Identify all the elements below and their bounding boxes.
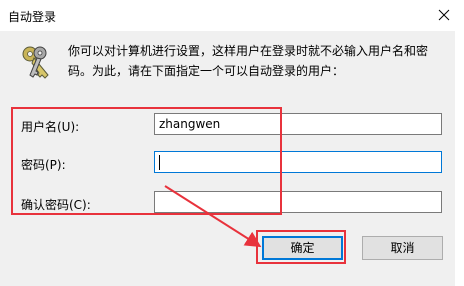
dialog-body: 你可以对计算机进行设置，这样用户在登录时就不必输入用户名和密 码。为此，请在下面… [0, 31, 464, 286]
title-bar: 自动登录 [0, 0, 464, 31]
password-field[interactable] [154, 151, 442, 173]
instructions-text: 你可以对计算机进行设置，这样用户在登录时就不必输入用户名和密 码。为此，请在下面… [68, 41, 453, 81]
confirm-password-label: 确认密码(C): [21, 198, 91, 212]
window-title: 自动登录 [8, 10, 57, 24]
keys-icon [22, 46, 49, 79]
instructions-line-2: 码。为此，请在下面指定一个可以自动登录的用户： [68, 64, 345, 78]
autologon-dialog: 自动登录 你可以对计算机进行设置，这样用户在登录时就不必输入用户名和密 码。为此… [0, 0, 464, 286]
ok-button[interactable]: 确定 [262, 236, 343, 260]
password-label: 密码(P): [21, 158, 66, 172]
background-strip [455, 31, 464, 286]
username-field[interactable]: zhangwen [154, 113, 442, 135]
text-caret [159, 155, 160, 170]
cancel-button[interactable]: 取消 [362, 236, 443, 260]
instructions-line-1: 你可以对计算机进行设置，这样用户在登录时就不必输入用户名和密 [68, 44, 429, 58]
close-button[interactable] [432, 4, 456, 26]
close-icon [438, 9, 450, 21]
username-label: 用户名(U): [21, 120, 80, 134]
confirm-password-field[interactable] [154, 191, 442, 213]
